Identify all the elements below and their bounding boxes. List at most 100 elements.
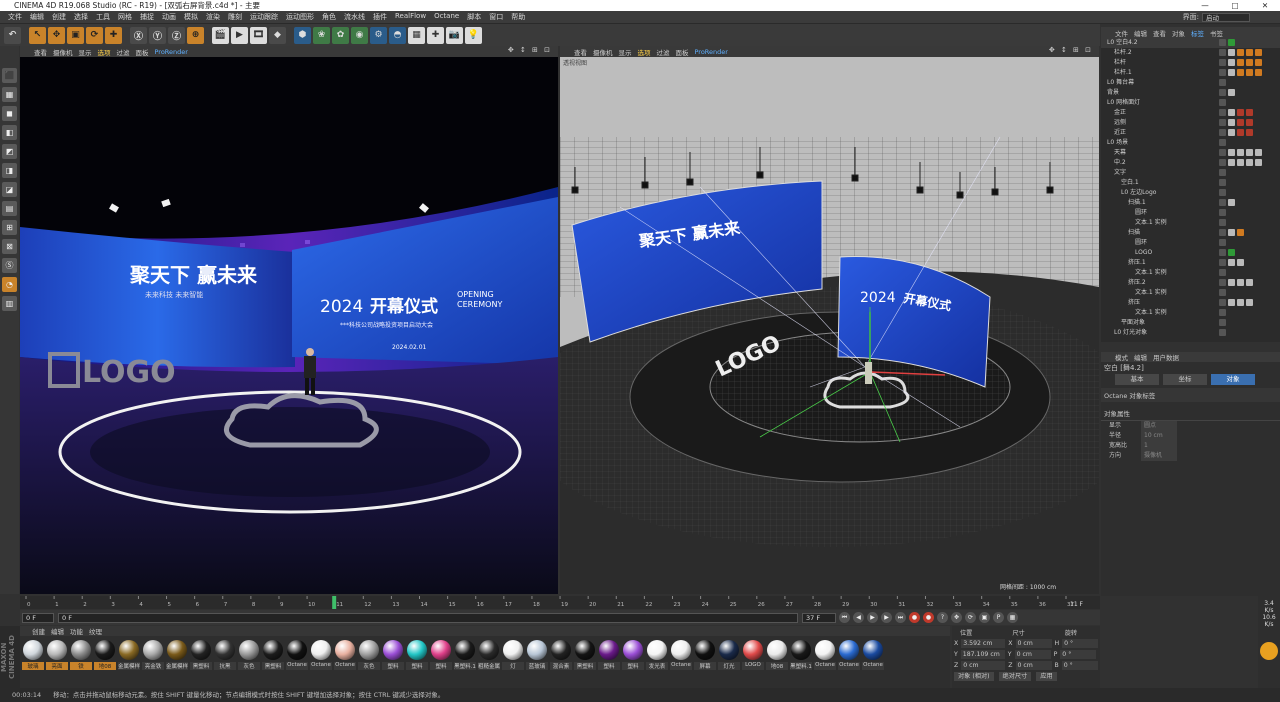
- left-tool-icon[interactable]: ▦: [2, 87, 17, 102]
- object-row[interactable]: 文本.1 实例: [1101, 218, 1280, 228]
- material-swatch[interactable]: 黑塑料.1: [454, 640, 476, 670]
- material-swatch[interactable]: 发光表: [646, 640, 668, 670]
- vp1-menu-prorender[interactable]: ProRender: [155, 48, 188, 56]
- om-tab[interactable]: 编辑: [1134, 28, 1147, 38]
- material-swatch[interactable]: 塑料: [430, 640, 452, 670]
- coord-mode-dropdown[interactable]: 对象 (相对): [954, 672, 994, 681]
- vp1-menu-options[interactable]: 选项: [98, 47, 111, 57]
- tag-icon[interactable]: [1228, 199, 1235, 206]
- object-row[interactable]: 文本.1 实例: [1101, 308, 1280, 318]
- menu-item[interactable]: RealFlow: [391, 12, 430, 22]
- attr-tab-object[interactable]: 对象: [1211, 374, 1255, 385]
- material-swatch[interactable]: 灯: [502, 640, 524, 670]
- material-swatch[interactable]: 亮金铁: [142, 640, 164, 670]
- object-row[interactable]: 圆环: [1101, 208, 1280, 218]
- left-tool-icon[interactable]: ◼: [2, 106, 17, 121]
- menu-item[interactable]: 模拟: [180, 12, 202, 22]
- tag-icon[interactable]: [1228, 129, 1235, 136]
- visibility-icon[interactable]: [1219, 59, 1226, 66]
- tag-icon[interactable]: [1246, 129, 1253, 136]
- visibility-icon[interactable]: [1219, 249, 1226, 256]
- coord-apply-button[interactable]: 应用: [1036, 672, 1057, 681]
- toolbar-icon[interactable]: Ⓧ: [130, 26, 147, 44]
- menu-item[interactable]: 编辑: [26, 12, 48, 22]
- visibility-icon[interactable]: [1219, 39, 1226, 46]
- toolbar-icon[interactable]: ✚: [427, 26, 444, 44]
- toolbar-icon[interactable]: 🎞: [250, 26, 267, 44]
- material-swatch[interactable]: 塑料: [598, 640, 620, 670]
- material-swatch[interactable]: Octane: [814, 640, 836, 670]
- vp1-menu-camera[interactable]: 摄像机: [53, 47, 73, 57]
- tag-icon[interactable]: [1237, 59, 1244, 66]
- play-button[interactable]: ▶: [867, 612, 878, 623]
- attr-menu-userdata[interactable]: 用户数据: [1153, 352, 1179, 362]
- attr-octane-tag[interactable]: Octane 对象标签: [1101, 388, 1280, 402]
- om-tab[interactable]: 标签: [1191, 28, 1204, 38]
- visibility-icon[interactable]: [1219, 129, 1226, 136]
- menu-item[interactable]: 插件: [369, 12, 391, 22]
- menu-item[interactable]: 文件: [4, 12, 26, 22]
- tag-icon[interactable]: [1237, 119, 1244, 126]
- material-swatch[interactable]: 塑料: [622, 640, 644, 670]
- tag-icon[interactable]: [1228, 299, 1235, 306]
- attr-prop-value[interactable]: 1: [1141, 441, 1177, 451]
- toolbar-icon[interactable]: ▣: [67, 26, 84, 44]
- vp2-nav-icons[interactable]: ✥ ↕ ⊞ ⊡: [1049, 46, 1093, 54]
- material-swatch[interactable]: 金属模样: [166, 640, 188, 670]
- tag-icon[interactable]: [1246, 109, 1253, 116]
- vp1-menu-display[interactable]: 显示: [79, 47, 92, 57]
- menu-item[interactable]: 雕刻: [224, 12, 246, 22]
- visibility-icon[interactable]: [1219, 209, 1226, 216]
- object-row[interactable]: 栏杆: [1101, 58, 1280, 68]
- next-frame-button[interactable]: ▶: [881, 612, 892, 623]
- mat-menu-edit[interactable]: 编辑: [51, 626, 64, 636]
- viewport-perspective[interactable]: 查看 摄像机 显示 选项 过滤 面板 ProRender ✥ ↕ ⊞ ⊡ 透视视: [560, 46, 1099, 594]
- material-swatch[interactable]: Octane: [310, 640, 332, 670]
- visibility-icon[interactable]: [1219, 79, 1226, 86]
- coord-field[interactable]: 3.592 cm: [961, 638, 1006, 648]
- material-swatch[interactable]: Octane: [838, 640, 860, 670]
- vp2-menu-camera[interactable]: 摄像机: [593, 47, 613, 57]
- maximize-button[interactable]: □: [1220, 0, 1250, 11]
- left-tool-icon[interactable]: ▤: [2, 201, 17, 216]
- tag-icon[interactable]: [1228, 229, 1235, 236]
- visibility-icon[interactable]: [1219, 189, 1226, 196]
- menu-item[interactable]: 流水线: [340, 12, 369, 22]
- material-swatch[interactable]: 玻璃: [22, 640, 44, 670]
- visibility-icon[interactable]: [1219, 299, 1226, 306]
- tag-icon[interactable]: [1228, 49, 1235, 56]
- tag-icon[interactable]: [1237, 159, 1244, 166]
- attr-prop-value[interactable]: 圆点: [1141, 421, 1177, 431]
- visibility-icon[interactable]: [1219, 69, 1226, 76]
- visibility-icon[interactable]: [1219, 239, 1226, 246]
- vp1-menu-filter[interactable]: 过滤: [117, 47, 130, 57]
- left-tool-icon[interactable]: ⬛: [2, 68, 17, 83]
- toolbar-icon[interactable]: 📷: [446, 26, 463, 44]
- tag-icon[interactable]: [1237, 299, 1244, 306]
- object-row[interactable]: 栏杆.1: [1101, 68, 1280, 78]
- toolbar-icon[interactable]: Ⓨ: [149, 26, 166, 44]
- object-row[interactable]: 天幕: [1101, 148, 1280, 158]
- menu-item[interactable]: Octane: [430, 12, 463, 22]
- vp1-menu-panel[interactable]: 面板: [136, 47, 149, 57]
- object-row[interactable]: L0 空白4.2: [1101, 38, 1280, 48]
- tag-icon[interactable]: [1228, 159, 1235, 166]
- vp2-menu-panel[interactable]: 面板: [676, 47, 689, 57]
- material-swatch[interactable]: 混合素: [550, 640, 572, 670]
- tag-icon[interactable]: [1228, 59, 1235, 66]
- visibility-icon[interactable]: [1219, 199, 1226, 206]
- tag-icon[interactable]: [1228, 279, 1235, 286]
- vp1-menu-view[interactable]: 查看: [34, 47, 47, 57]
- om-tab[interactable]: 文件: [1115, 28, 1128, 38]
- vp2-menu-view[interactable]: 查看: [574, 47, 587, 57]
- material-swatch[interactable]: Octane: [286, 640, 308, 670]
- mat-menu-function[interactable]: 功能: [70, 626, 83, 636]
- tag-icon[interactable]: [1246, 299, 1253, 306]
- menu-item[interactable]: 动画: [158, 12, 180, 22]
- menu-item[interactable]: 运动跟踪: [246, 12, 282, 22]
- visibility-icon[interactable]: [1219, 309, 1226, 316]
- menu-item[interactable]: 渲染: [202, 12, 224, 22]
- menu-item[interactable]: 角色: [318, 12, 340, 22]
- toolbar-icon[interactable]: ↖: [29, 26, 46, 44]
- om-tab[interactable]: 对象: [1172, 28, 1185, 38]
